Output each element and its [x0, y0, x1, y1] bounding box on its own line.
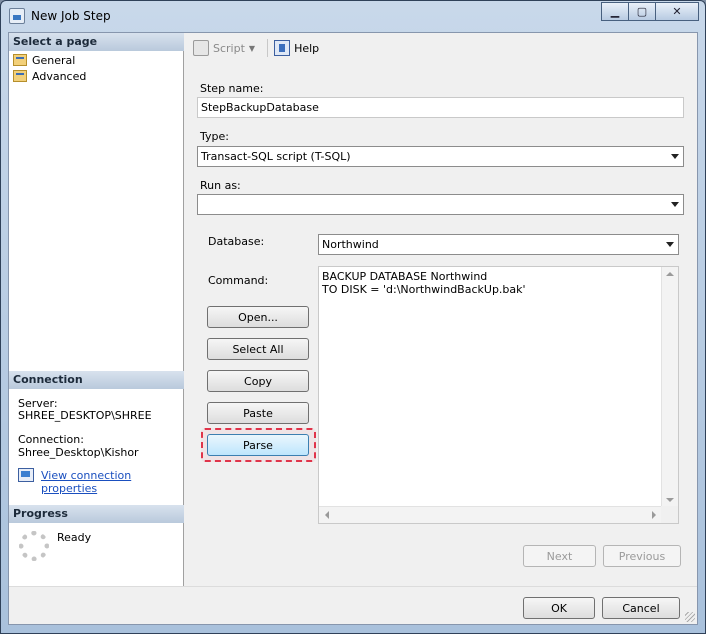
command-label: Command: [208, 274, 269, 287]
connection-label: Connection: [18, 433, 84, 446]
cancel-button[interactable]: Cancel [602, 597, 680, 619]
sidebar-item-label: Advanced [32, 69, 87, 83]
select-all-button[interactable]: Select All [207, 338, 309, 360]
minimize-button[interactable]: ▁ [601, 2, 629, 21]
help-button[interactable]: Help [274, 40, 319, 56]
script-icon [193, 40, 209, 56]
type-select-value: Transact-SQL script (T-SQL) [201, 150, 351, 163]
connection-properties-icon [18, 468, 34, 482]
script-button[interactable]: Script ▼ [193, 40, 259, 56]
step-name-input[interactable]: StepBackupDatabase [197, 97, 684, 118]
chevron-down-icon [671, 202, 679, 207]
database-label: Database: [208, 235, 265, 248]
chevron-down-icon [671, 154, 679, 159]
toolbar-divider [267, 39, 269, 57]
open-button[interactable]: Open... [207, 306, 309, 328]
job-step-app-icon [9, 8, 25, 24]
copy-button[interactable]: Copy [207, 370, 309, 392]
page-icon [13, 70, 27, 82]
type-label: Type: [200, 130, 229, 143]
resize-grip-icon[interactable] [685, 612, 695, 622]
parse-button[interactable]: Parse [207, 434, 309, 456]
help-icon [274, 40, 291, 56]
run-as-label: Run as: [200, 179, 241, 192]
horizontal-scrollbar[interactable] [319, 506, 662, 523]
ok-button[interactable]: OK [523, 597, 595, 619]
paste-button[interactable]: Paste [207, 402, 309, 424]
maximize-button[interactable]: ▢ [628, 2, 656, 21]
window-title: New Job Step [31, 9, 111, 23]
database-select[interactable]: Northwind [318, 234, 679, 255]
scroll-left-icon[interactable] [325, 511, 329, 519]
dialog-window: New Job Step ▁ ▢ ✕ Select a page General… [0, 0, 706, 634]
window-controls: ▁ ▢ ✕ [601, 2, 699, 21]
connection-value: Shree_Desktop\Kishor [18, 446, 139, 459]
connection-header: Connection [9, 371, 184, 389]
sidebar-item-label: General [32, 53, 76, 67]
select-page-header: Select a page [9, 33, 184, 51]
minimize-icon: ▁ [610, 5, 620, 18]
sidebar: Select a page General Advanced Connectio… [9, 33, 184, 586]
next-button[interactable]: Next [523, 545, 596, 567]
scrollbar-corner [661, 506, 678, 523]
progress-header: Progress [9, 505, 184, 523]
main-panel: Script ▼ Help Step name: StepBackupDatab… [185, 33, 697, 586]
previous-button[interactable]: Previous [603, 545, 681, 567]
command-textarea[interactable]: BACKUP DATABASE Northwind TO DISK = 'd:\… [318, 266, 679, 524]
maximize-icon: ▢ [636, 5, 648, 18]
toolbar: Script ▼ Help [185, 33, 697, 63]
database-select-value: Northwind [322, 238, 379, 251]
scroll-down-icon[interactable] [666, 498, 674, 502]
script-label: Script [213, 41, 245, 55]
chevron-down-icon[interactable]: ▼ [249, 44, 255, 53]
close-icon: ✕ [672, 5, 682, 18]
sidebar-item-general[interactable]: General [13, 52, 76, 68]
vertical-scrollbar[interactable] [661, 267, 678, 507]
title-bar[interactable]: New Job Step ▁ ▢ ✕ [1, 1, 705, 31]
close-button[interactable]: ✕ [655, 2, 699, 21]
view-connection-properties-link[interactable]: View connection properties [41, 469, 183, 495]
scroll-right-icon[interactable] [652, 511, 656, 519]
dialog-client-area: Select a page General Advanced Connectio… [8, 32, 698, 625]
page-icon [13, 54, 27, 66]
server-value: SHREE_DESKTOP\SHREE [18, 409, 152, 422]
type-select[interactable]: Transact-SQL script (T-SQL) [197, 146, 684, 167]
command-text[interactable]: BACKUP DATABASE Northwind TO DISK = 'd:\… [322, 270, 526, 296]
sidebar-item-advanced[interactable]: Advanced [13, 68, 86, 84]
progress-status: Ready [57, 531, 92, 544]
chevron-down-icon [666, 242, 674, 247]
scroll-up-icon[interactable] [666, 272, 674, 276]
progress-spinner-icon [19, 531, 49, 561]
help-label: Help [294, 41, 320, 55]
run-as-select[interactable] [197, 194, 684, 215]
step-name-label: Step name: [200, 82, 264, 95]
dialog-footer: OK Cancel [9, 586, 697, 624]
